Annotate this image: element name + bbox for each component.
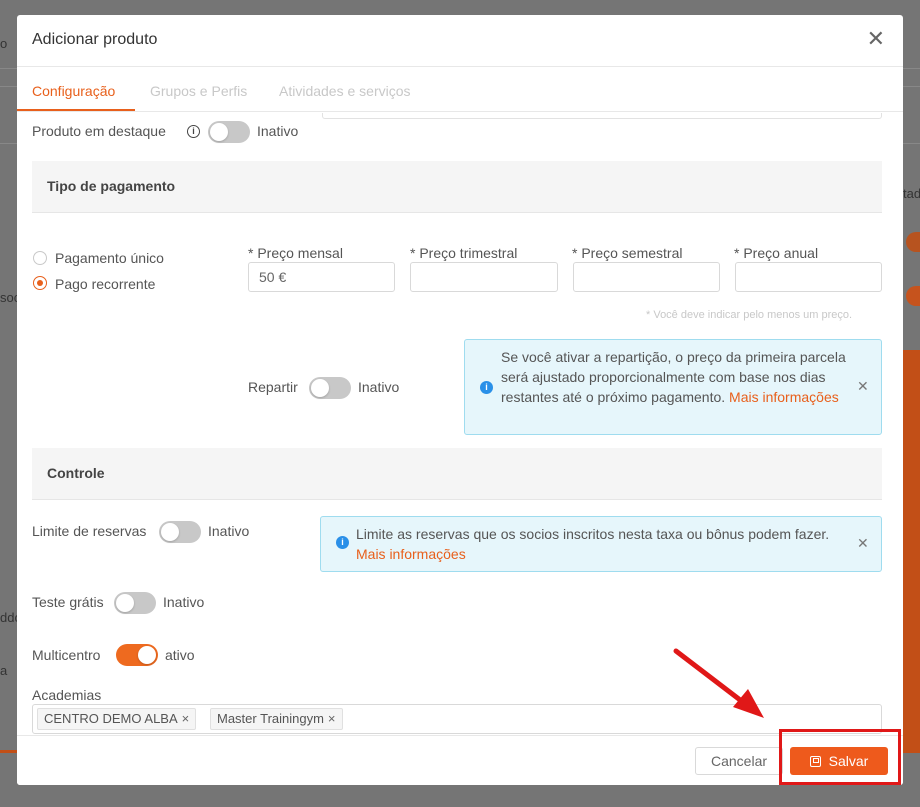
annotation-arrow (673, 648, 764, 718)
